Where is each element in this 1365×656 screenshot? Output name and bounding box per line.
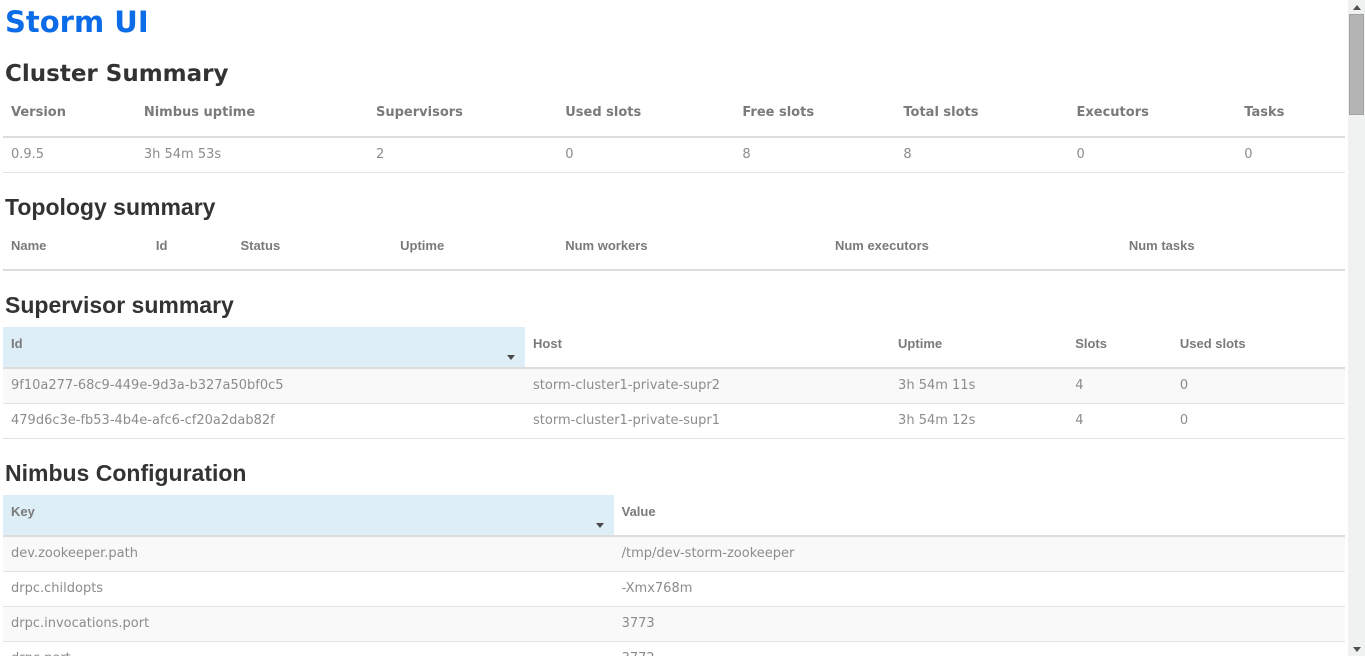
table-header-row: Name Id Status Uptime Num workers Num ex… xyxy=(3,229,1345,270)
topology-summary-section: Topology summary Name Id Status Uptime N… xyxy=(3,193,1345,271)
sort-arrow-icon xyxy=(596,523,604,528)
table-cell: 0.9.5 xyxy=(3,137,136,173)
supervisor-summary-heading: Supervisor summary xyxy=(5,291,1345,319)
table-cell: 3h 54m 11s xyxy=(890,368,1067,404)
scroll-up-button[interactable] xyxy=(1348,0,1365,14)
cluster-summary-heading: Cluster Summary xyxy=(5,60,1345,88)
column-header-slots[interactable]: Slots xyxy=(1067,327,1172,368)
supervisor-summary-table: Id Host Uptime Slots Used slots 9f10a277… xyxy=(3,327,1345,439)
topology-summary-heading: Topology summary xyxy=(5,193,1345,221)
table-cell: 0 xyxy=(1172,404,1345,439)
supervisor-summary-section: Supervisor summary Id Host Uptime Slots … xyxy=(3,291,1345,439)
table-cell: 2 xyxy=(368,137,557,173)
table-cell: 479d6c3e-fb53-4b4e-afc6-cf20a2dab82f xyxy=(3,404,525,439)
column-header-label: Id xyxy=(11,336,23,351)
arrow-up-icon xyxy=(1353,5,1361,10)
nimbus-configuration-heading: Nimbus Configuration xyxy=(5,459,1345,487)
column-header-id-sorted[interactable]: Id xyxy=(3,327,525,368)
topology-summary-table: Name Id Status Uptime Num workers Num ex… xyxy=(3,229,1345,271)
column-header-uptime[interactable]: Uptime xyxy=(890,327,1067,368)
column-header-num-executors[interactable]: Num executors xyxy=(827,229,1121,270)
table-cell: 4 xyxy=(1067,404,1172,439)
table-cell: 3773 xyxy=(614,607,1345,642)
column-header-uptime[interactable]: Uptime xyxy=(392,229,557,270)
column-header-executors[interactable]: Executors xyxy=(1069,96,1237,137)
table-row: drpc.invocations.port3773 xyxy=(3,607,1345,642)
table-cell: 9f10a277-68c9-449e-9d3a-b327a50bf0c5 xyxy=(3,368,525,404)
table-cell: 0 xyxy=(557,137,734,173)
table-cell: storm-cluster1-private-supr1 xyxy=(525,404,890,439)
column-header-status[interactable]: Status xyxy=(232,229,392,270)
table-row: 479d6c3e-fb53-4b4e-afc6-cf20a2dab82fstor… xyxy=(3,404,1345,439)
column-header-host[interactable]: Host xyxy=(525,327,890,368)
table-cell: 0 xyxy=(1172,368,1345,404)
page-title[interactable]: Storm UI xyxy=(5,4,149,40)
table-cell: drpc.invocations.port xyxy=(3,607,614,642)
column-header-nimbus-uptime[interactable]: Nimbus uptime xyxy=(136,96,368,137)
column-header-free-slots[interactable]: Free slots xyxy=(734,96,895,137)
table-cell: 3772 xyxy=(614,642,1345,656)
table-row: drpc.port3772 xyxy=(3,642,1345,656)
column-header-supervisors[interactable]: Supervisors xyxy=(368,96,557,137)
table-cell: storm-cluster1-private-supr2 xyxy=(525,368,890,404)
table-cell: 0 xyxy=(1236,137,1345,173)
table-header-row: Id Host Uptime Slots Used slots xyxy=(3,327,1345,368)
scroll-down-button[interactable] xyxy=(1348,642,1365,656)
cluster-summary-section: Cluster Summary Version Nimbus uptime Su… xyxy=(3,60,1345,173)
table-cell: dev.zookeeper.path xyxy=(3,536,614,572)
column-header-label: Key xyxy=(11,504,35,519)
arrow-down-icon xyxy=(1353,647,1361,652)
column-header-used-slots[interactable]: Used slots xyxy=(557,96,734,137)
cluster-summary-table: Version Nimbus uptime Supervisors Used s… xyxy=(3,96,1345,173)
column-header-key-sorted[interactable]: Key xyxy=(3,495,614,536)
column-header-name[interactable]: Name xyxy=(3,229,148,270)
table-header-row: Key Value xyxy=(3,495,1345,536)
main-content: Storm UI Cluster Summary Version Nimbus … xyxy=(0,0,1348,656)
column-header-version[interactable]: Version xyxy=(3,96,136,137)
column-header-used-slots[interactable]: Used slots xyxy=(1172,327,1345,368)
table-cell: 3h 54m 12s xyxy=(890,404,1067,439)
scrollbar[interactable] xyxy=(1348,0,1365,656)
column-header-value[interactable]: Value xyxy=(614,495,1345,536)
table-cell: 3h 54m 53s xyxy=(136,137,368,173)
column-header-total-slots[interactable]: Total slots xyxy=(895,96,1068,137)
table-cell: 8 xyxy=(895,137,1068,173)
table-cell: 4 xyxy=(1067,368,1172,404)
table-cell: /tmp/dev-storm-zookeeper xyxy=(614,536,1345,572)
column-header-num-tasks[interactable]: Num tasks xyxy=(1121,229,1345,270)
table-cell: 8 xyxy=(734,137,895,173)
table-cell: drpc.childopts xyxy=(3,572,614,607)
table-cell: 0 xyxy=(1069,137,1237,173)
column-header-tasks[interactable]: Tasks xyxy=(1236,96,1345,137)
nimbus-configuration-section: Nimbus Configuration Key Value dev.zooke… xyxy=(3,459,1345,656)
table-cell: drpc.port xyxy=(3,642,614,656)
table-row: dev.zookeeper.path/tmp/dev-storm-zookeep… xyxy=(3,536,1345,572)
sort-arrow-icon xyxy=(507,355,515,360)
column-header-num-workers[interactable]: Num workers xyxy=(557,229,827,270)
table-row: 0.9.53h 54m 53s208800 xyxy=(3,137,1345,173)
table-cell: -Xmx768m xyxy=(614,572,1345,607)
table-header-row: Version Nimbus uptime Supervisors Used s… xyxy=(3,96,1345,137)
scrollbar-thumb[interactable] xyxy=(1349,14,1364,115)
table-row: 9f10a277-68c9-449e-9d3a-b327a50bf0c5stor… xyxy=(3,368,1345,404)
column-header-id[interactable]: Id xyxy=(148,229,233,270)
nimbus-configuration-table: Key Value dev.zookeeper.path/tmp/dev-sto… xyxy=(3,495,1345,656)
table-row: drpc.childopts-Xmx768m xyxy=(3,572,1345,607)
